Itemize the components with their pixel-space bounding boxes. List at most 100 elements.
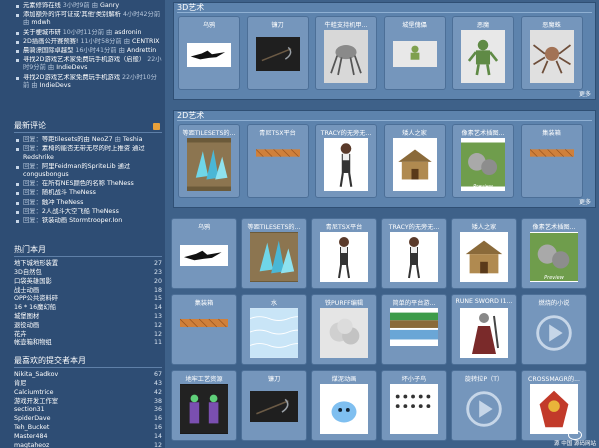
recent-post-title[interactable]: 晨骑漂国际卓越型 — [23, 47, 73, 54]
art-2d-card[interactable]: 矮人之家 — [383, 124, 446, 198]
art-3d-card-title[interactable]: 镰刀 — [250, 20, 306, 29]
hot-item-label[interactable]: 地下城地形装置 — [14, 260, 58, 268]
grid-card[interactable]: 铁PURFF编辑 — [311, 294, 377, 365]
comment-author[interactable]: congusbongus — [23, 171, 69, 178]
art-2d-card-title[interactable]: 青尼TSX平台 — [250, 128, 306, 137]
art-3d-card[interactable]: 牛蛙支持机甲... — [315, 16, 377, 90]
thumbnail-girl[interactable] — [320, 232, 368, 282]
grid-card[interactable]: 矮人之家 — [451, 218, 517, 289]
comment-title[interactable]: 触冲 — [42, 199, 55, 206]
thumbnail-crate[interactable] — [255, 143, 300, 157]
thumbnail-rocks[interactable]: Preview — [461, 138, 505, 191]
grid-card-title[interactable]: 简单的平台游... — [384, 298, 444, 307]
recent-post-author[interactable]: Andrettin — [127, 47, 156, 54]
comment-author[interactable]: TheNess — [57, 199, 84, 206]
thumbnail-crystal[interactable] — [187, 138, 231, 191]
contributor-item-label[interactable]: section31 — [14, 406, 45, 414]
grid-card-title[interactable]: 矮人之家 — [454, 222, 514, 231]
art-3d-card-title[interactable]: 城堡傀儡 — [387, 20, 443, 29]
recent-post-title[interactable]: 寻找2D游戏艺术家免费玩手机游戏 — [23, 74, 120, 81]
recent-post-author[interactable]: IndieDevs — [40, 82, 71, 89]
thumbnail-mech[interactable] — [324, 30, 368, 83]
grid-card-title[interactable]: 乌鸦 — [174, 222, 234, 231]
art-2d-card[interactable]: 等距TILESETS的... — [178, 124, 240, 198]
art-2d-card-title[interactable]: 等距TILESETS的... — [181, 128, 237, 137]
grid-card[interactable]: TRACY的无旁无... — [381, 218, 447, 289]
grid-card-title[interactable]: 水 — [244, 298, 304, 307]
grid-card[interactable]: 简单的平台游... — [381, 294, 447, 365]
art-3d-card[interactable]: 恶魔 — [452, 16, 514, 90]
thumbnail-rune[interactable] — [460, 308, 508, 358]
thumbnail-crow[interactable] — [187, 43, 231, 67]
grid-card[interactable]: 旋转拉P（T） — [451, 370, 517, 441]
art-2d-more-link[interactable]: 更多 — [579, 197, 591, 206]
art-2d-card[interactable]: 集装箱 — [520, 124, 583, 198]
contributor-item-label[interactable]: 游戏开发工作室 — [14, 398, 58, 406]
art-2d-card[interactable]: 像素艺术插图... Preview — [452, 124, 514, 198]
contributor-item-label[interactable]: SpiderDave — [14, 415, 51, 423]
art-3d-card-title[interactable]: 乌鸦 — [181, 20, 237, 29]
comment-title[interactable]: 等距tilesets的由 — [42, 136, 90, 143]
thumbnail-scythe[interactable] — [255, 37, 300, 71]
comment-author[interactable]: Redshrike — [23, 154, 54, 161]
thumbnail-house[interactable] — [460, 232, 508, 282]
hot-item-label[interactable]: 16 * 16魔幻船 — [14, 304, 56, 312]
grid-card[interactable]: 水 — [241, 294, 308, 365]
art-2d-card-title[interactable]: 集装箱 — [524, 128, 580, 137]
thumbnail-play[interactable] — [460, 384, 508, 434]
grid-card-title[interactable]: CROSSMAGR的... — [524, 374, 584, 383]
thumbnail-golem[interactable] — [392, 41, 437, 67]
art-3d-card-title[interactable]: 牛蛙支持机甲... — [318, 20, 374, 29]
thumbnail-puff[interactable] — [320, 308, 368, 358]
thumbnail-house[interactable] — [392, 138, 437, 191]
art-3d-card[interactable]: 镰刀 — [246, 16, 309, 90]
art-3d-card[interactable]: 城堡傀儡 — [383, 16, 446, 90]
grid-card-title[interactable]: 燃烧的小说 — [524, 298, 584, 307]
art-2d-card-title[interactable]: 像素艺术插图... — [455, 128, 511, 137]
grid-card-title[interactable]: 像素艺术插图... — [524, 222, 584, 231]
rss-icon[interactable] — [153, 123, 160, 130]
grid-card[interactable]: 像素艺术插图... Preview — [521, 218, 587, 289]
grid-card-title[interactable]: 铁PURFF编辑 — [314, 298, 374, 307]
hot-item-label[interactable]: 3D自然包 — [14, 269, 42, 277]
grid-card-title[interactable]: 坏小子鸟 — [384, 374, 444, 383]
grid-card-title[interactable]: RUNE SWORD I1... — [454, 298, 514, 305]
hot-item-label[interactable]: OPP公共资料碎 — [14, 295, 58, 303]
recent-post-author[interactable]: IndieDevs — [56, 64, 87, 71]
recent-post-title[interactable]: 关于梗城市研 — [23, 29, 61, 36]
grid-card[interactable]: 乌鸦 — [171, 218, 237, 289]
contributor-item-label[interactable]: Master484 — [14, 433, 48, 441]
thumbnail-cross[interactable] — [530, 384, 578, 434]
comment-title[interactable]: 2人战斗大空飞船 — [42, 208, 90, 215]
comment-title[interactable]: 铁装动画 — [42, 217, 67, 224]
grid-card-title[interactable]: 煤泥动画 — [314, 374, 374, 383]
comment-title[interactable]: 在所有NES颜色的名称 — [42, 180, 105, 187]
grid-card[interactable]: 坏小子鸟 — [381, 370, 447, 441]
thumbnail-birds[interactable] — [390, 384, 438, 434]
art-2d-card[interactable]: 青尼TSX平台 — [246, 124, 309, 198]
comment-title[interactable]: 阿里Feidman的SpriteLib 通过 — [42, 163, 130, 170]
recent-post-author[interactable]: mdwh — [31, 19, 50, 26]
grid-card[interactable]: 青尼TSX平台 — [311, 218, 377, 289]
thumbnail-scythe[interactable] — [250, 391, 298, 422]
hot-item-label[interactable]: 退役动画 — [14, 322, 39, 330]
art-3d-card-title[interactable]: 恶魔蛛 — [524, 20, 580, 29]
art-3d-card-title[interactable]: 恶魔 — [455, 20, 511, 29]
thumbnail-spider[interactable] — [529, 30, 574, 83]
contributor-item-label[interactable]: magtaheoz — [14, 442, 49, 448]
recent-post-title[interactable]: 2D插画公开赛预赛! — [23, 38, 78, 45]
thumbnail-plat[interactable] — [390, 308, 438, 346]
comment-author[interactable]: Stormtrooper.Ion — [69, 217, 122, 224]
comment-author[interactable]: TheNess — [69, 189, 96, 196]
thumbnail-girl[interactable] — [390, 232, 438, 282]
grid-card[interactable]: 燃烧的小说 — [521, 294, 587, 365]
comment-title[interactable]: 随机战斗 — [42, 189, 67, 196]
thumbnail-dungeon[interactable] — [180, 384, 228, 434]
grid-card-title[interactable]: TRACY的无旁无... — [384, 222, 444, 231]
contributor-item-label[interactable]: Nikita_Sadkov — [14, 371, 58, 379]
art-3d-more-link[interactable]: 更多 — [579, 89, 591, 98]
contributor-item-label[interactable]: Teh_Bucket — [14, 424, 49, 432]
grid-card-title[interactable]: 等距TILESETS的... — [244, 222, 304, 231]
art-2d-card[interactable]: TRACY的无旁无... — [315, 124, 377, 198]
hot-item-label[interactable]: 战士动画 — [14, 287, 39, 295]
